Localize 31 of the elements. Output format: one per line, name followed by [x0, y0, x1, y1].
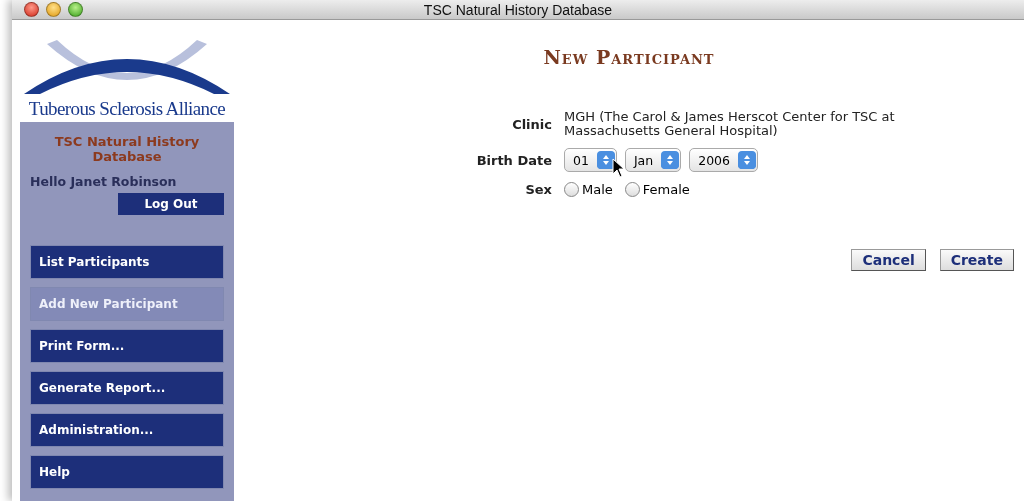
logo-text: Tuberous Sclerosis Alliance: [28, 98, 226, 120]
cursor-icon: [612, 158, 626, 178]
logout-button[interactable]: Log Out: [118, 193, 224, 215]
sidebar-item[interactable]: Print Form...: [30, 329, 224, 363]
sidebar-item[interactable]: Generate Report...: [30, 371, 224, 405]
close-button[interactable]: [24, 2, 39, 17]
page-title: New Participant: [542, 46, 716, 68]
clinic-value: MGH (The Carol & James Herscot Center for TSC at Massachusetts General Hospital): [564, 110, 896, 138]
minimize-button[interactable]: [46, 2, 61, 17]
greeting-text: Hello Janet Robinson: [30, 174, 178, 189]
field-label: Clinic: [511, 116, 552, 132]
month-select[interactable]: Jan: [624, 148, 682, 172]
day-select[interactable]: 01: [564, 148, 617, 172]
field-label: Birth Date: [475, 152, 552, 168]
zoom-button[interactable]: [68, 2, 83, 17]
cancel-button[interactable]: Cancel: [851, 249, 926, 271]
stepper-icon: [738, 151, 756, 169]
radio-button[interactable]: [624, 182, 640, 197]
stepper-icon: [596, 151, 615, 169]
stepper-icon: [661, 151, 680, 169]
radio-label[interactable]: Male: [582, 182, 613, 197]
field-label: Sex: [524, 182, 552, 197]
radio-label[interactable]: Female: [642, 182, 690, 197]
create-button[interactable]: Create: [939, 249, 1014, 271]
window-title: TSC Natural History Database: [423, 1, 613, 18]
sidebar-item[interactable]: List Participants: [30, 245, 224, 279]
app-name: TSC Natural History Database: [53, 134, 201, 164]
radio-button[interactable]: [564, 182, 579, 197]
sidebar-item[interactable]: Administration...: [30, 413, 224, 447]
year-select[interactable]: 2006: [689, 148, 758, 172]
sidebar-item[interactable]: Help: [30, 455, 224, 489]
